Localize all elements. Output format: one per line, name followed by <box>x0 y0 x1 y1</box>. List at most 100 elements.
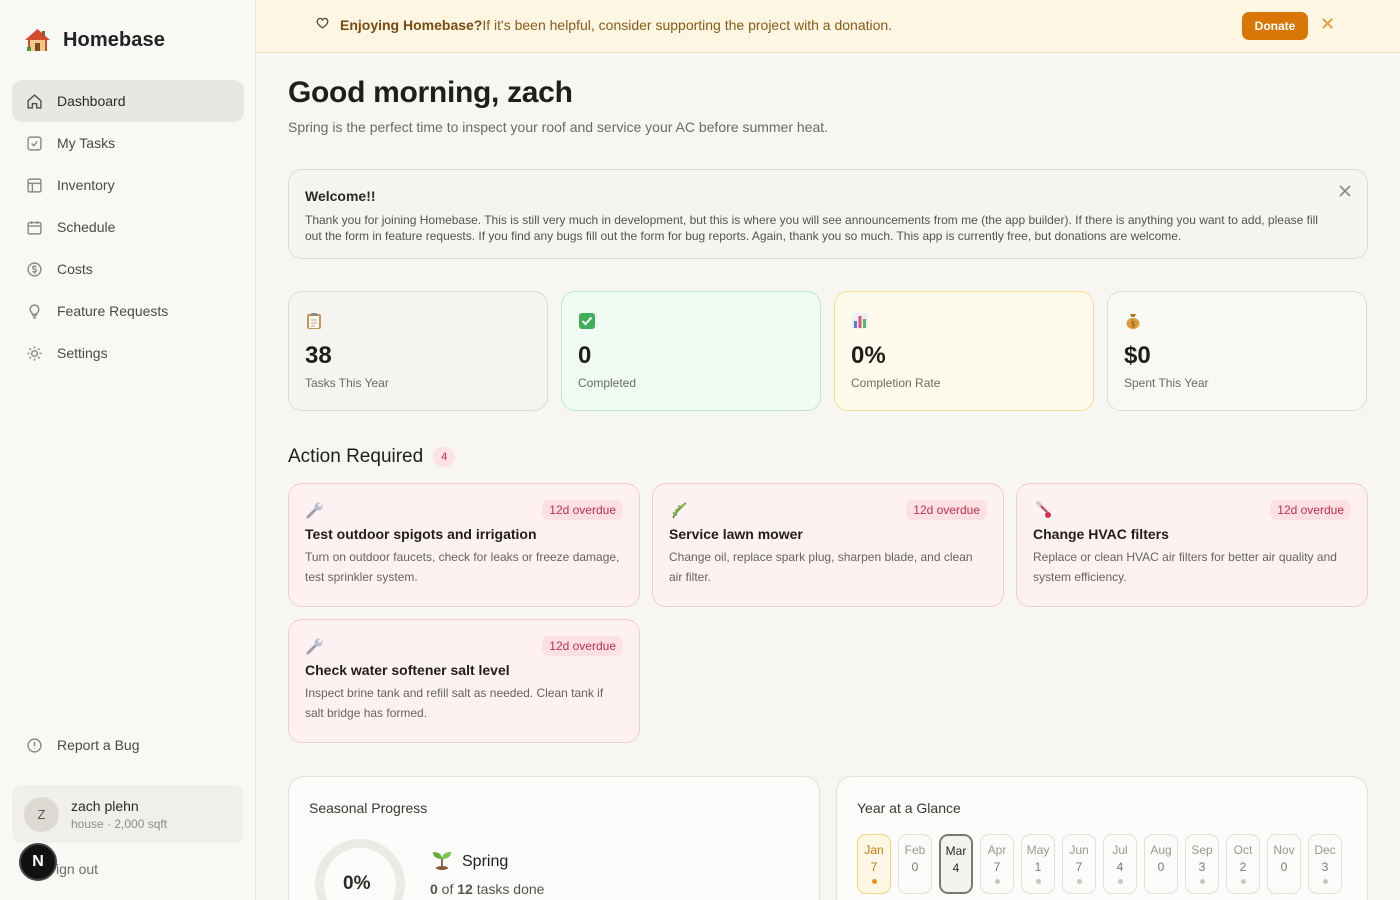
month-tile[interactable]: Aug 0 <box>1144 834 1178 894</box>
donate-button[interactable]: Donate <box>1242 12 1308 40</box>
overdue-badge: 12d overdue <box>906 500 987 520</box>
donation-banner: Enjoying Homebase?If it's been helpful, … <box>256 0 1400 53</box>
seasonal-progress-panel: Seasonal Progress 0% Spring 0 of 12 task… <box>288 776 820 900</box>
task-description: Change oil, replace spark plug, sharpen … <box>669 550 973 584</box>
month-tile[interactable]: Jan 7 <box>857 834 891 894</box>
stat-label: Spent This Year <box>1124 376 1209 390</box>
month-tile[interactable]: Apr 7 <box>980 834 1014 894</box>
task-description: Inspect brine tank and refill salt as ne… <box>305 686 604 720</box>
month-name: Mar <box>945 844 967 858</box>
task-card[interactable]: 12d overdue Test outdoor spigots and irr… <box>288 483 640 607</box>
month-count: 3 <box>1321 860 1329 874</box>
month-count: 7 <box>1075 860 1083 874</box>
alert-circle-icon <box>25 736 43 754</box>
sidebar-item-label: My Tasks <box>57 135 116 151</box>
month-count: 0 <box>911 860 919 874</box>
stat-card-completed: 0 Completed <box>561 291 821 411</box>
month-tile[interactable]: Sep 3 <box>1185 834 1219 894</box>
seedling-icon <box>430 848 454 875</box>
month-count: 0 <box>1157 860 1165 874</box>
panel-title: Seasonal Progress <box>309 800 428 816</box>
month-name: Apr <box>987 843 1007 857</box>
month-count: 1 <box>1034 860 1042 874</box>
announcement-card: Welcome!! Thank you for joining Homebase… <box>288 169 1368 259</box>
nextjs-dev-badge[interactable]: N <box>19 843 57 881</box>
sidebar-item-costs[interactable]: Costs <box>12 248 244 290</box>
month-dot <box>1117 879 1123 884</box>
task-card[interactable]: 12d overdue Check water softener salt le… <box>288 619 640 743</box>
month-name: Feb <box>904 843 926 857</box>
month-dot <box>994 879 1000 884</box>
month-tile[interactable]: May 1 <box>1021 834 1055 894</box>
task-title: Service lawn mower <box>669 526 803 542</box>
progress-percent: 0% <box>343 873 371 894</box>
sidebar-item-schedule[interactable]: Schedule <box>12 206 244 248</box>
month-tile[interactable]: Dec 3 <box>1308 834 1342 894</box>
stat-value: 0 <box>578 342 592 369</box>
bar-chart-icon <box>851 312 869 330</box>
month-name: Oct <box>1233 843 1253 857</box>
month-tile[interactable]: Oct 2 <box>1226 834 1260 894</box>
month-tile[interactable]: Feb 0 <box>898 834 932 894</box>
user-card[interactable]: Z zach plehn house · 2,000 sqft <box>12 785 243 843</box>
banner-message: Enjoying Homebase?If it's been helpful, … <box>340 17 892 33</box>
sidebar-item-label: Inventory <box>57 177 115 193</box>
stat-label: Completed <box>578 376 637 390</box>
sidebar-item-feature-requests[interactable]: Feature Requests <box>12 290 244 332</box>
month-dot <box>1322 879 1328 884</box>
sidebar-item-label: Feature Requests <box>57 303 169 319</box>
report-bug-link[interactable]: Report a Bug <box>12 724 244 766</box>
task-card[interactable]: 12d overdue Service lawn mower Change oi… <box>652 483 1004 607</box>
close-icon[interactable]: ✕ <box>1320 14 1335 35</box>
month-name: May <box>1026 843 1050 857</box>
close-icon[interactable] <box>1339 184 1351 202</box>
report-bug-label: Report a Bug <box>57 737 140 753</box>
month-count: 4 <box>1116 860 1124 874</box>
sidebar-item-inventory[interactable]: Inventory <box>12 164 244 206</box>
announcement-title: Welcome!! <box>305 188 376 204</box>
done-of: of <box>437 881 458 897</box>
heart-icon <box>316 17 329 32</box>
month-list: Jan 7 Feb 0 Mar 4 Apr 7 May 1 Jun 7 Jul 4 Aug 0 … <box>857 834 1342 894</box>
month-count: 0 <box>1280 860 1288 874</box>
sidebar-item-label: Dashboard <box>57 93 126 109</box>
calendar-icon <box>25 218 43 236</box>
checkbox-icon <box>25 134 43 152</box>
task-card[interactable]: 12d overdue Change HVAC filters Replace … <box>1016 483 1368 607</box>
table-icon <box>25 176 43 194</box>
month-tile[interactable]: Jun 7 <box>1062 834 1096 894</box>
user-home-info: house · 2,000 sqft <box>71 816 168 831</box>
stat-card-completion-rate: 0% Completion Rate <box>834 291 1094 411</box>
sidebar: Homebase Dashboard My Tasks Inventory Sc… <box>0 0 256 900</box>
month-count: 7 <box>993 860 1001 874</box>
month-dot <box>871 879 877 884</box>
count-badge: 4 <box>433 447 456 467</box>
season-label: Spring <box>430 848 508 875</box>
banner-text: If it's been helpful, consider supportin… <box>482 17 893 33</box>
section-title: Action Required <box>288 446 424 467</box>
app-name: Homebase <box>63 28 165 51</box>
month-name: Jan <box>864 843 884 857</box>
month-tile[interactable]: Nov 0 <box>1267 834 1301 894</box>
stat-value: 38 <box>305 342 332 369</box>
month-tile[interactable]: Jul 4 <box>1103 834 1137 894</box>
sidebar-item-settings[interactable]: Settings <box>12 332 244 374</box>
brand[interactable]: Homebase <box>24 28 165 52</box>
total-count: 12 <box>457 881 473 897</box>
lightbulb-icon <box>25 302 43 320</box>
season-tasks-done: 0 of 12 tasks done <box>430 881 544 897</box>
month-tile-current[interactable]: Mar 4 <box>939 834 973 894</box>
task-title: Test outdoor spigots and irrigation <box>305 526 537 542</box>
sidebar-item-my-tasks[interactable]: My Tasks <box>12 122 244 164</box>
coin-icon <box>25 260 43 278</box>
task-description: Replace or clean HVAC air filters for be… <box>1033 550 1337 584</box>
stat-label: Tasks This Year <box>305 376 389 390</box>
sun-icon <box>25 344 43 362</box>
task-title: Check water softener salt level <box>305 662 510 678</box>
overdue-badge: 12d overdue <box>542 500 623 520</box>
banner-bold: Enjoying Homebase? <box>340 17 483 33</box>
sidebar-item-dashboard[interactable]: Dashboard <box>12 80 244 122</box>
sign-out-link[interactable]: ign out <box>56 861 98 877</box>
month-name: Sep <box>1191 843 1213 857</box>
money-bag-icon: $ <box>1124 312 1142 330</box>
